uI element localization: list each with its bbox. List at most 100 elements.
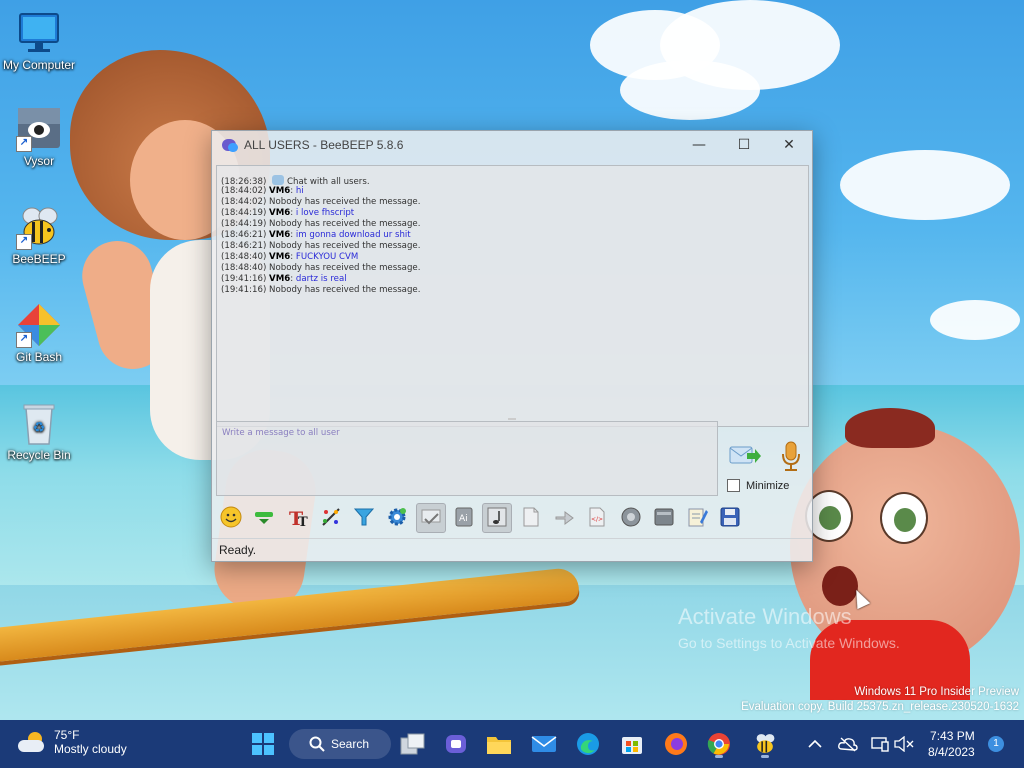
emoticons-button[interactable] (216, 503, 246, 533)
clear-chat-icon (653, 506, 675, 531)
chat-history[interactable]: (18:26:38) Chat with all users. (18:44:02… (216, 165, 809, 427)
font-color-button[interactable] (316, 503, 346, 533)
firefox-button[interactable] (661, 729, 691, 759)
firefox-icon (665, 733, 687, 755)
chat-username[interactable]: VM6 (269, 252, 290, 262)
chat-username[interactable]: VM6 (269, 186, 290, 196)
filter-icon (353, 506, 375, 531)
beebeep-chat-window[interactable]: ALL USERS - BeeBEEP 5.8.6 — ☐ ✕ (18:26:3… (211, 130, 813, 562)
system-clock[interactable]: 7:43 PM 8/4/2023 (928, 728, 975, 760)
chat-timestamp: (18:46:21) (221, 241, 267, 251)
spellcheck-button[interactable] (415, 503, 446, 533)
weather-condition: Mostly cloudy (54, 742, 127, 756)
minimize-panel-button[interactable] (249, 503, 279, 533)
recycle-bin-icon: ♻ (16, 400, 62, 446)
cloud (620, 60, 760, 120)
screenshot-button[interactable] (616, 503, 646, 533)
message-input-placeholder: Write a message to all user (222, 428, 340, 438)
chat-message-row: (18:48:40) Nobody has received the messa… (217, 263, 808, 274)
desktop-icon-recycle-bin[interactable]: ♻ Recycle Bin (0, 400, 78, 462)
save-chat-button[interactable] (715, 503, 745, 533)
chat-message-row: (18:44:02) VM6: hi (217, 186, 808, 197)
file-explorer-button[interactable] (484, 729, 514, 759)
desktop-icon-label: BeeBEEP (12, 252, 66, 266)
activation-watermark-subtitle: Go to Settings to Activate Windows. (678, 635, 900, 651)
network-tray-button[interactable] (870, 720, 890, 768)
desktop-icon-git-bash[interactable]: ↗ Git Bash (0, 302, 78, 364)
cloud (930, 300, 1020, 340)
message-input[interactable]: Write a message to all user (216, 421, 718, 496)
desktop-icon-beebeep[interactable]: ↗ BeeBEEP (0, 204, 78, 266)
title-bar[interactable]: ALL USERS - BeeBEEP 5.8.6 — ☐ ✕ (212, 131, 812, 159)
desktop-icon-my-computer[interactable]: My Computer (0, 10, 78, 72)
html-source-button[interactable]: </> (582, 503, 612, 533)
completer-button[interactable]: Ai (449, 503, 479, 533)
task-view-button[interactable] (398, 729, 428, 759)
shortcut-arrow-icon: ↗ (16, 136, 32, 152)
microsoft-store-button[interactable] (617, 729, 647, 759)
weather-widget[interactable]: 75°F Mostly cloudy (18, 728, 127, 757)
minimize-window-button[interactable]: — (676, 131, 722, 159)
git-bash-icon: ↗ (16, 302, 62, 348)
chat-username[interactable]: VM6 (269, 208, 290, 218)
chat-message-row: (18:46:21) VM6: im gonna download ur shi… (217, 230, 808, 241)
chevron-up-icon (808, 739, 822, 748)
svg-text:T: T (298, 515, 308, 528)
onedrive-tray-button[interactable] (838, 720, 858, 768)
edit-notes-icon (686, 506, 709, 531)
minimize-checkbox[interactable] (727, 479, 740, 492)
cloud (840, 150, 1010, 220)
maximize-window-button[interactable]: ☐ (721, 131, 767, 159)
microphone-icon[interactable] (780, 441, 802, 473)
mail-icon (531, 736, 557, 752)
activation-watermark-title: Activate Windows (678, 604, 852, 629)
chrome-button[interactable] (704, 729, 734, 759)
teams-chat-button[interactable] (441, 729, 471, 759)
folder-icon (487, 737, 511, 754)
font-color-icon (320, 506, 342, 531)
taskbar-search[interactable]: Search (289, 729, 391, 759)
font-button[interactable]: TT (283, 503, 313, 533)
desktop-icon-label: My Computer (2, 58, 76, 72)
clear-chat-button[interactable] (649, 503, 679, 533)
minimize-toggle[interactable]: Minimize (727, 479, 789, 492)
chat-message-text: im gonna download ur shit (295, 230, 411, 240)
music-note-button[interactable] (482, 503, 513, 533)
chat-message-row: (18:46:21) Nobody has received the messa… (217, 241, 808, 252)
shortcut-arrow-icon: ↗ (16, 234, 32, 250)
send-message-icon[interactable] (729, 443, 761, 467)
show-hidden-icons-button[interactable] (808, 720, 822, 768)
notification-badge[interactable]: 1 (988, 736, 1004, 752)
filter-button[interactable] (349, 503, 379, 533)
mail-button[interactable] (529, 729, 559, 759)
svg-text:Ai: Ai (459, 514, 468, 524)
edit-notes-button[interactable] (682, 503, 712, 533)
settings-icon (386, 506, 408, 531)
windows-logo-icon (252, 733, 274, 755)
spellcheck-icon (420, 506, 442, 531)
beebeep-taskbar-button[interactable] (750, 729, 780, 759)
cartoon-baby-eye (880, 492, 928, 544)
chat-username[interactable]: VM6 (269, 274, 290, 284)
chat-message-row: (18:44:19) Nobody has received the messa… (217, 219, 808, 230)
edge-browser-button[interactable] (573, 729, 603, 759)
splitter-handle[interactable] (508, 418, 516, 420)
start-button[interactable] (248, 729, 278, 759)
volume-tray-button[interactable] (894, 720, 914, 768)
send-file-button[interactable] (516, 503, 546, 533)
system-bubble-icon (272, 175, 285, 185)
chat-message-row: (18:48:40) VM6: FUCKYOU CVM (217, 252, 808, 263)
chat-message-text: FUCKYOU CVM (295, 252, 359, 262)
music-note-icon (486, 506, 508, 531)
status-text: Ready. (219, 543, 257, 557)
chat-username[interactable]: VM6 (269, 230, 290, 240)
task-view-icon (400, 733, 425, 755)
close-window-button[interactable]: ✕ (766, 131, 812, 159)
chat-system-text: Nobody has received the message. (269, 285, 421, 295)
settings-button[interactable] (382, 503, 412, 533)
send-folder-button[interactable] (549, 503, 579, 533)
network-icon (871, 737, 889, 752)
taskbar: 75°F Mostly cloudy Search 7:43 PM 8/4/20… (0, 720, 1024, 768)
desktop-icon-vysor[interactable]: ↗ Vysor (0, 106, 78, 168)
chat-message-row: (18:44:19) VM6: i love fhscript (217, 208, 808, 219)
